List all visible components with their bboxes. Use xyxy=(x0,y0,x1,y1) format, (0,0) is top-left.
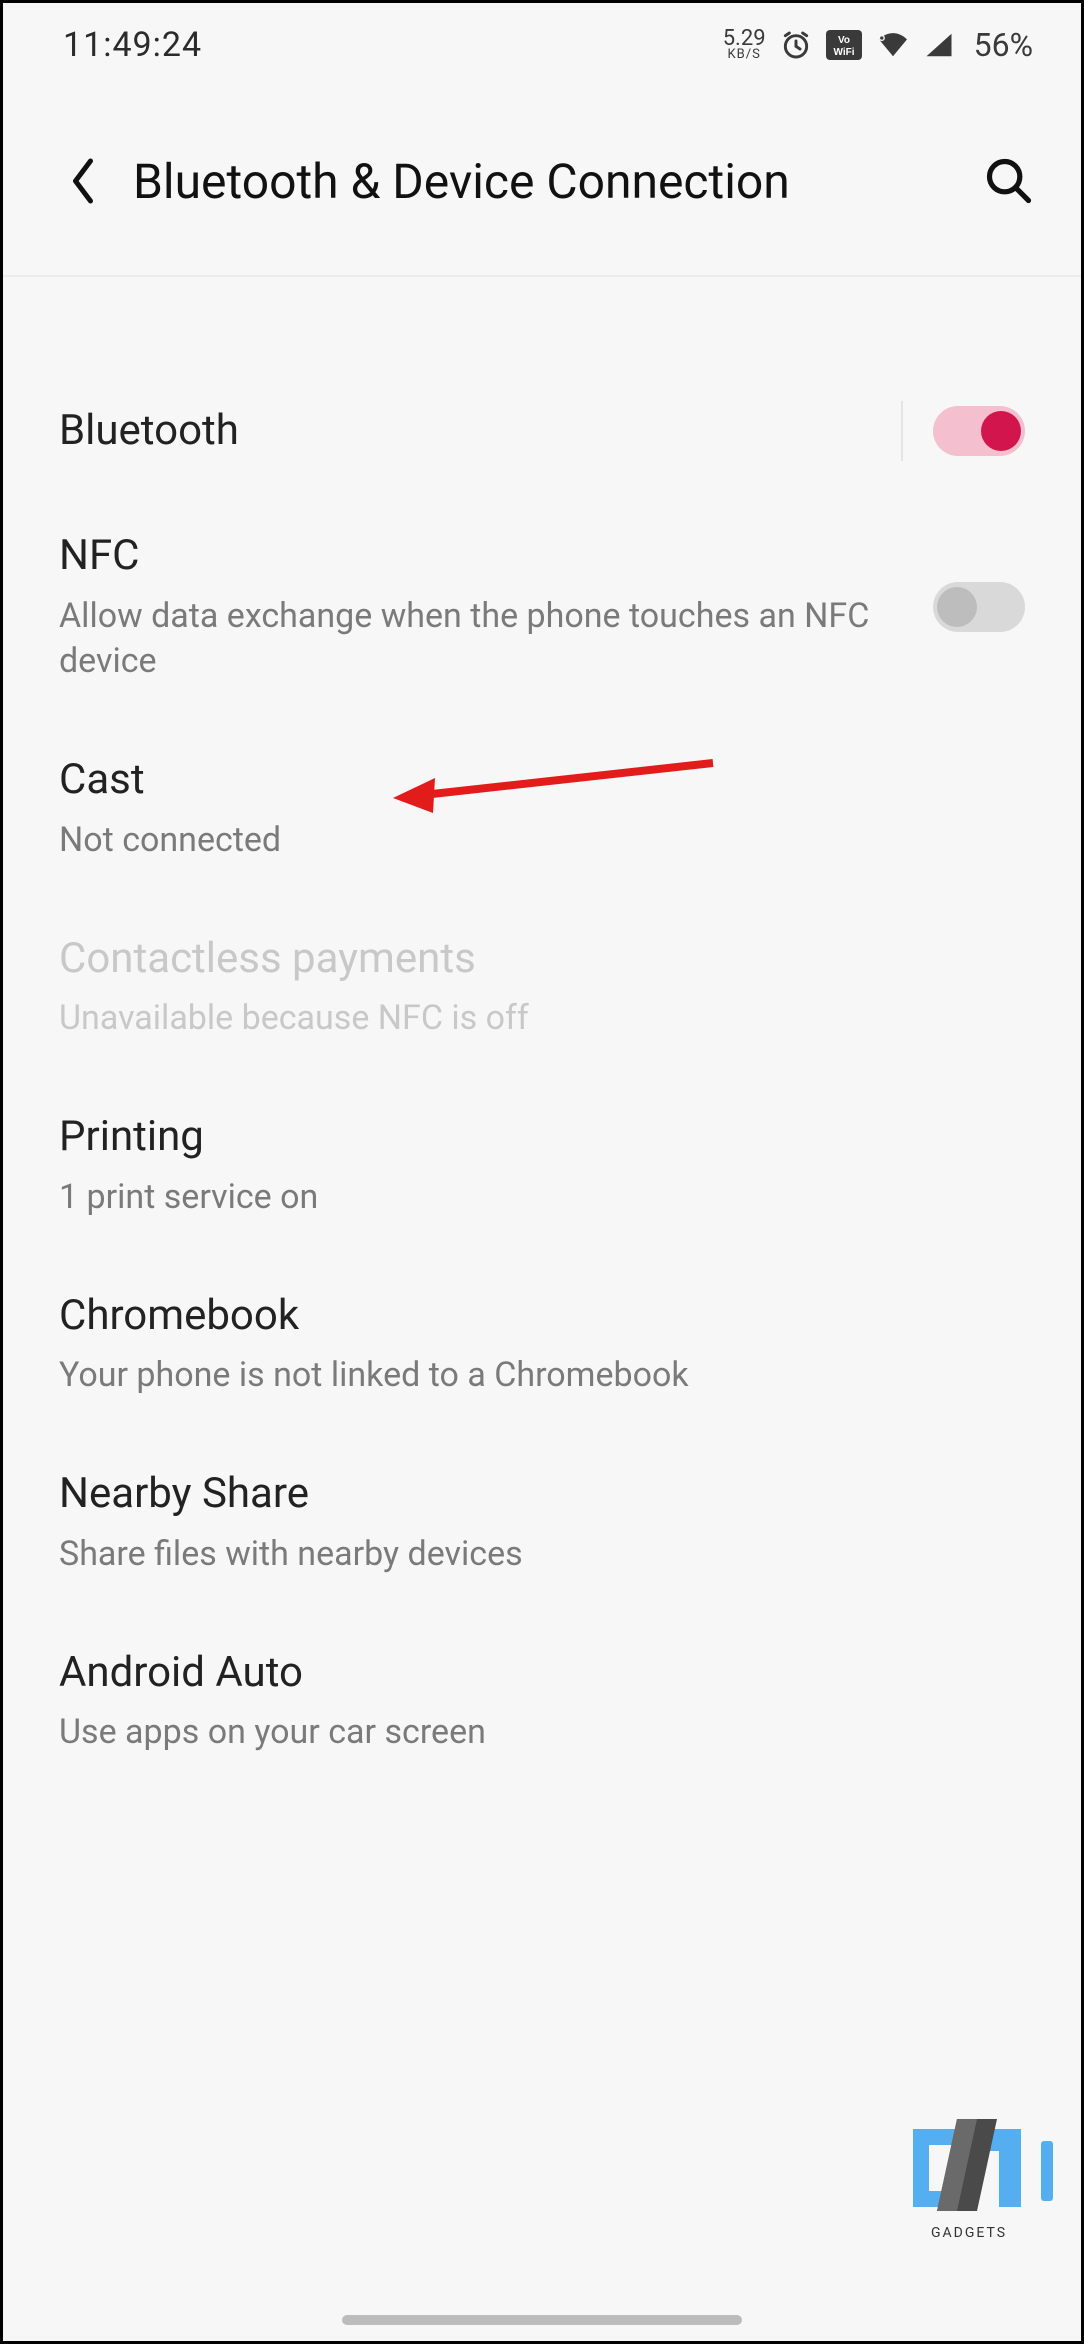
setting-subtitle: Use apps on your car screen xyxy=(59,1710,995,1756)
navigation-home-indicator[interactable] xyxy=(342,2315,742,2325)
watermark-accent-bar xyxy=(1041,2141,1053,2201)
watermark-logo: GADGETS xyxy=(909,2111,1053,2241)
search-button[interactable] xyxy=(977,149,1041,213)
back-button[interactable] xyxy=(53,151,113,211)
setting-title: Nearby Share xyxy=(59,1467,995,1522)
wifi-icon xyxy=(876,31,910,59)
separator xyxy=(901,401,903,461)
setting-subtitle: Your phone is not linked to a Chromebook xyxy=(59,1353,995,1399)
setting-title: Cast xyxy=(59,753,995,808)
bluetooth-toggle[interactable] xyxy=(933,406,1025,456)
watermark-text: GADGETS xyxy=(909,2225,1029,2241)
setting-subtitle: Unavailable because NFC is off xyxy=(59,996,995,1042)
setting-item-nearby-share[interactable]: Nearby Share Share files with nearby dev… xyxy=(3,1433,1081,1611)
setting-title: Chromebook xyxy=(59,1289,995,1344)
setting-item-printing[interactable]: Printing 1 print service on xyxy=(3,1076,1081,1254)
battery-percentage: 56% xyxy=(974,26,1033,64)
setting-item-android-auto[interactable]: Android Auto Use apps on your car screen xyxy=(3,1612,1081,1790)
setting-title: Bluetooth xyxy=(59,404,871,459)
alarm-icon xyxy=(780,29,812,61)
page-header: Bluetooth & Device Connection xyxy=(3,87,1081,277)
setting-item-nfc[interactable]: NFC Allow data exchange when the phone t… xyxy=(3,495,1081,719)
page-title: Bluetooth & Device Connection xyxy=(133,153,790,210)
setting-item-contactless-payments: Contactless payments Unavailable because… xyxy=(3,898,1081,1076)
setting-title: NFC xyxy=(59,529,903,584)
setting-subtitle: Share files with nearby devices xyxy=(59,1532,995,1578)
svg-text:Vo: Vo xyxy=(838,35,850,46)
setting-subtitle: 1 print service on xyxy=(59,1175,995,1221)
chevron-left-icon xyxy=(66,156,100,206)
nfc-toggle[interactable] xyxy=(933,582,1025,632)
setting-item-chromebook[interactable]: Chromebook Your phone is not linked to a… xyxy=(3,1255,1081,1433)
search-icon xyxy=(983,155,1035,207)
cellular-signal-icon xyxy=(924,31,954,59)
setting-title: Contactless payments xyxy=(59,932,995,987)
setting-item-bluetooth[interactable]: Bluetooth xyxy=(3,367,1081,495)
svg-text:WiFi: WiFi xyxy=(833,47,854,58)
setting-item-cast[interactable]: Cast Not connected xyxy=(3,719,1081,897)
settings-list: Bluetooth NFC Allow data exchange when t… xyxy=(3,277,1081,1790)
network-speed-indicator: 5.29 KB/S xyxy=(723,29,766,60)
status-time: 11:49:24 xyxy=(63,25,202,65)
setting-title: Android Auto xyxy=(59,1646,995,1701)
setting-title: Printing xyxy=(59,1110,995,1165)
status-bar: 11:49:24 5.29 KB/S VoWiFi 56% xyxy=(3,3,1081,87)
vowifi-icon: VoWiFi xyxy=(826,30,862,60)
setting-subtitle: Not connected xyxy=(59,818,995,864)
setting-subtitle: Allow data exchange when the phone touch… xyxy=(59,594,903,686)
